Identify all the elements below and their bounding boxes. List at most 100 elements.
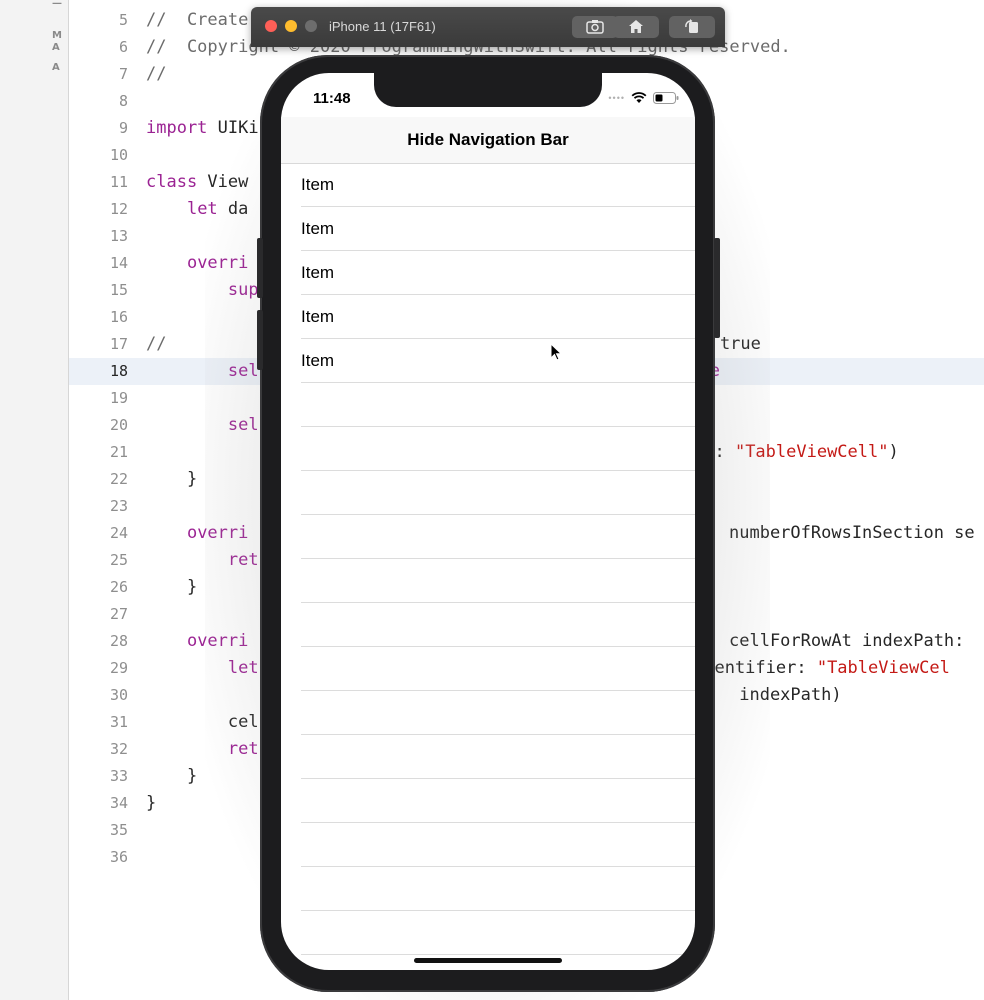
line-number: 26: [109, 578, 128, 596]
power-button[interactable]: [714, 238, 720, 338]
status-icons: ••••: [608, 92, 679, 104]
line-number: 10: [109, 146, 128, 164]
line-number: 13: [109, 227, 128, 245]
code-token: }: [186, 577, 198, 597]
line-number: 11: [109, 173, 128, 191]
code-text: //: [146, 61, 166, 88]
line-number: 33: [109, 767, 128, 785]
empty-table-row[interactable]: [281, 691, 695, 735]
empty-table-row[interactable]: [281, 515, 695, 559]
empty-table-row[interactable]: [281, 427, 695, 471]
code-token: //: [146, 334, 167, 354]
home-icon: [629, 20, 643, 33]
line-number: 34: [109, 794, 128, 812]
line-number: 30: [109, 686, 128, 704]
line-number: 18: [109, 362, 128, 380]
line-number: 23: [109, 497, 128, 515]
code-text: }: [146, 574, 197, 601]
line-number: 35: [109, 821, 128, 839]
empty-table-row[interactable]: [281, 779, 695, 823]
line-number: 25: [109, 551, 128, 569]
zoom-window-button[interactable]: [305, 20, 317, 32]
line-number: 15: [109, 281, 128, 299]
scm-dash: —: [52, 0, 62, 9]
minimize-window-button[interactable]: [285, 20, 297, 32]
battery-icon: [653, 92, 679, 104]
navigation-bar: Hide Navigation Bar: [281, 117, 695, 164]
code-token: "TableViewCel: [816, 658, 950, 678]
navigation-title: Hide Navigation Bar: [407, 130, 569, 149]
scm-marker: M: [52, 30, 62, 41]
simulator-titlebar[interactable]: iPhone 11 (17F61): [251, 7, 725, 47]
code-token: }: [146, 793, 157, 813]
home-button[interactable]: [613, 16, 659, 38]
line-number: 9: [118, 119, 128, 137]
signal-icon: ••••: [608, 93, 625, 103]
code-text: //: [146, 331, 166, 358]
line-number: 27: [109, 605, 128, 623]
empty-table-row[interactable]: [281, 911, 695, 955]
line-number: 19: [109, 389, 128, 407]
table-row[interactable]: Item: [281, 163, 695, 207]
line-number: 22: [109, 470, 128, 488]
volume-up-button[interactable]: [257, 238, 263, 298]
empty-table-row[interactable]: [281, 867, 695, 911]
keyword: import: [146, 118, 208, 138]
wifi-icon: [631, 92, 647, 103]
volume-down-button[interactable]: [257, 310, 263, 370]
notch: [374, 73, 602, 107]
line-number: 31: [109, 713, 128, 731]
empty-table-row[interactable]: [281, 383, 695, 427]
cell-label: Item: [301, 351, 335, 370]
close-window-button[interactable]: [265, 20, 277, 32]
line-number: 28: [109, 632, 128, 650]
line-number: 16: [109, 308, 128, 326]
empty-table-row[interactable]: [281, 647, 695, 691]
status-time: 11:48: [313, 90, 351, 107]
empty-table-row[interactable]: [281, 823, 695, 867]
line-number: 29: [109, 659, 128, 677]
table-row[interactable]: Item: [281, 339, 695, 383]
line-number: 12: [109, 200, 128, 218]
cell-label: Item: [301, 175, 335, 194]
screenshot-button[interactable]: [572, 16, 618, 38]
line-number: 17: [109, 335, 128, 353]
table-row[interactable]: Item: [281, 207, 695, 251]
device-screen[interactable]: 11:48 •••• Hide Navigation Bar Item Item I…: [281, 73, 695, 970]
source-control-gutter: [0, 0, 69, 1000]
line-number: 14: [109, 254, 128, 272]
mouse-pointer-icon: [550, 343, 563, 361]
empty-table-row[interactable]: [281, 735, 695, 779]
line-number: 7: [118, 65, 128, 83]
line-number: 6: [118, 38, 128, 56]
keyword: class: [146, 172, 198, 192]
screenshot-icon: [586, 20, 604, 34]
scm-marker: A: [52, 42, 60, 53]
cell-label: Item: [301, 307, 335, 326]
empty-table-row[interactable]: [281, 559, 695, 603]
scm-marker: A: [52, 62, 60, 73]
table-row[interactable]: Item: [281, 295, 695, 339]
empty-table-row[interactable]: [281, 603, 695, 647]
rotate-button[interactable]: [669, 16, 715, 38]
home-indicator[interactable]: [414, 958, 562, 963]
line-number: 36: [109, 848, 128, 866]
code-token: }: [186, 469, 198, 489]
code-text: }: [146, 763, 197, 790]
cell-label: Item: [301, 263, 335, 282]
cell-label: Item: [301, 219, 335, 238]
line-number: 5: [118, 11, 128, 29]
rotate-icon: [685, 19, 698, 33]
empty-table-row[interactable]: [281, 471, 695, 515]
table-row[interactable]: Item: [281, 251, 695, 295]
code-text: }: [146, 466, 197, 493]
line-number: 24: [109, 524, 128, 542]
line-number: 32: [109, 740, 128, 758]
